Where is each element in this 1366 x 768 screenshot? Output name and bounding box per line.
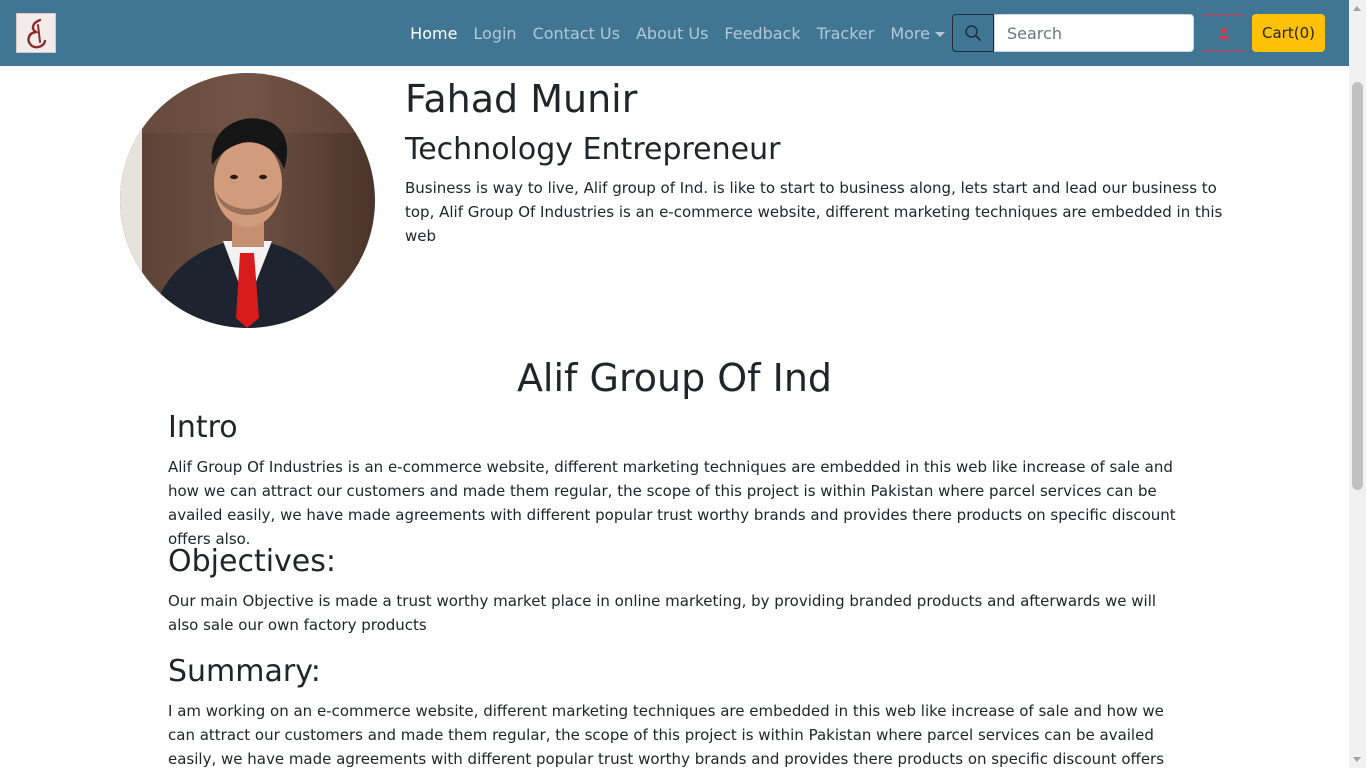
navbar: Home Login Contact Us About Us Feedback … xyxy=(0,0,1349,66)
nav-tracker[interactable]: Tracker xyxy=(817,24,875,43)
profile-photo xyxy=(120,73,375,328)
search-input[interactable] xyxy=(994,14,1194,52)
nav-feedback[interactable]: Feedback xyxy=(724,24,800,43)
cart-button[interactable]: Cart(0) xyxy=(1252,14,1325,52)
summary-text: I am working on an e-commerce website, d… xyxy=(168,702,1165,768)
scrollbar-thumb[interactable] xyxy=(1352,82,1363,490)
search-icon xyxy=(965,25,981,41)
nav-more-label: More xyxy=(890,23,930,43)
nav-home[interactable]: Home xyxy=(410,24,457,43)
nav-links: Home Login Contact Us About Us Feedback … xyxy=(410,0,945,66)
search-button[interactable] xyxy=(952,14,994,52)
nav-more-dropdown[interactable]: More xyxy=(890,24,945,43)
intro-heading: Intro xyxy=(168,410,238,445)
objectives-heading: Objectives: xyxy=(168,544,336,579)
page-scrollbar[interactable] xyxy=(1349,0,1366,768)
summary-heading: Summary: xyxy=(168,654,321,689)
profile-role: Technology Entrepreneur xyxy=(405,132,781,167)
objectives-text: Our main Objective is made a trust worth… xyxy=(168,592,1157,634)
user-icon xyxy=(1218,27,1229,39)
nav-contact-us[interactable]: Contact Us xyxy=(533,24,620,43)
brand-logo[interactable] xyxy=(16,13,56,53)
scroll-up-icon[interactable] xyxy=(1353,6,1361,11)
nav-login[interactable]: Login xyxy=(473,24,516,43)
scroll-down-icon[interactable] xyxy=(1353,757,1361,762)
profile-bio: Business is way to live, Alif group of I… xyxy=(405,179,1223,245)
nav-about-us[interactable]: About Us xyxy=(636,24,708,43)
alif-logo-icon xyxy=(27,18,47,49)
page-title: Alif Group Of Ind xyxy=(516,356,833,400)
person-portrait-icon xyxy=(120,73,375,328)
intro-text: Alif Group Of Industries is an e-commerc… xyxy=(168,458,1176,548)
user-button[interactable] xyxy=(1203,14,1244,52)
profile-name: Fahad Munir xyxy=(405,77,638,121)
caret-down-icon xyxy=(935,31,945,37)
